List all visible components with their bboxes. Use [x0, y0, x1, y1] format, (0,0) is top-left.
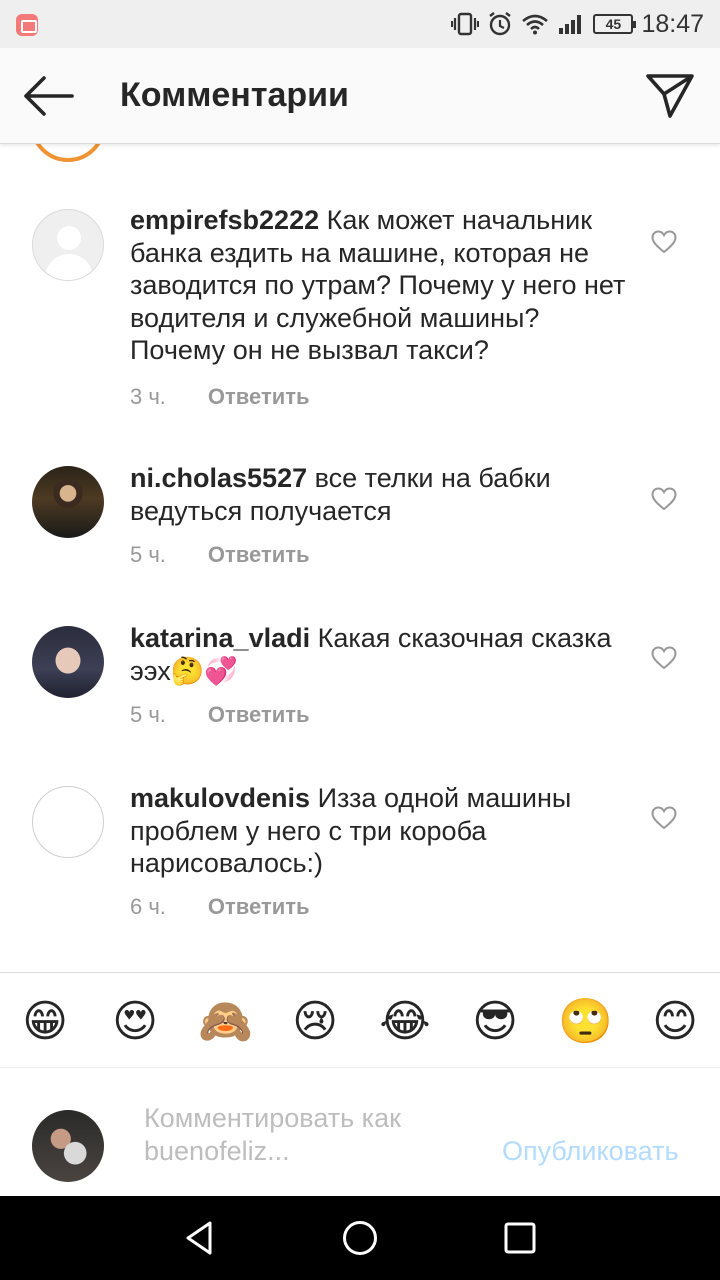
back-arrow-icon[interactable]: [18, 72, 78, 120]
avatar[interactable]: [30, 144, 106, 162]
signal-icon: [559, 15, 582, 34]
emoji-sunglasses-button[interactable]: 😎: [468, 997, 522, 1047]
wifi-icon: [522, 14, 549, 35]
comment-time: 6 ч.: [130, 894, 166, 919]
avatar[interactable]: [32, 466, 104, 538]
vibrate-icon: [451, 12, 480, 36]
status-bar: 45 18:47: [0, 0, 720, 48]
notification-app-icon: [16, 14, 38, 36]
emoji-smiling-button[interactable]: 😊: [648, 997, 702, 1047]
comment-meta: 5 ч. Ответить: [130, 702, 310, 728]
avatar[interactable]: [32, 209, 104, 281]
page-title: Комментарии: [120, 76, 349, 114]
emoji-crying-button[interactable]: 😢: [288, 997, 342, 1047]
comment-username[interactable]: ni.cholas5527: [130, 463, 307, 493]
comment-time: 3 ч.: [130, 384, 166, 409]
comment-time: 5 ч.: [130, 542, 166, 567]
emoji-grinning-button[interactable]: 😁: [18, 997, 72, 1047]
emoji-tears-of-joy-button[interactable]: 😂: [378, 997, 432, 1047]
emoji-eye-roll-button[interactable]: 🙄: [558, 997, 613, 1047]
avatar[interactable]: [32, 626, 104, 698]
my-avatar: [32, 1110, 104, 1182]
comments-list[interactable]: empirefsb2222 Как может начальник банка …: [0, 144, 720, 972]
comment-username[interactable]: makulovdenis: [130, 783, 310, 813]
like-heart-icon[interactable]: [651, 230, 677, 254]
like-heart-icon[interactable]: [651, 487, 677, 511]
direct-send-icon[interactable]: [642, 70, 698, 122]
nav-home-icon[interactable]: [340, 1218, 380, 1258]
system-nav-bar: [0, 1196, 720, 1280]
publish-button[interactable]: Опубликовать: [502, 1136, 679, 1167]
comment-time: 5 ч.: [130, 702, 166, 727]
reply-button[interactable]: Ответить: [208, 702, 310, 728]
emoji-see-no-evil-button[interactable]: 🙈: [198, 997, 253, 1047]
like-heart-icon[interactable]: [651, 646, 677, 670]
comment-composer: Комментировать как buenofeliz... Опублик…: [0, 1068, 720, 1196]
top-app-bar: Комментарии: [0, 48, 720, 144]
emoji-quick-bar: 😁 😍 🙈 😢 😂 😎 🙄 😊: [0, 972, 720, 1068]
alarm-icon: [489, 12, 512, 36]
comment-username[interactable]: empirefsb2222: [130, 205, 319, 235]
clock: 18:47: [641, 9, 704, 38]
comment-text: empirefsb2222 Как может начальник банка …: [130, 204, 630, 367]
comment-meta: 5 ч. Ответить: [130, 542, 310, 568]
comment-username[interactable]: katarina_vladi: [130, 623, 310, 653]
emoji-heart-eyes-button[interactable]: 😍: [108, 997, 162, 1047]
status-icons: 45 18:47: [451, 0, 704, 48]
like-heart-icon[interactable]: [651, 806, 677, 830]
nav-recents-icon[interactable]: [500, 1218, 540, 1258]
comment-meta: 3 ч. Ответить: [130, 384, 310, 410]
comment-meta: 6 ч. Ответить: [130, 894, 310, 920]
battery-indicator: 45: [593, 14, 637, 34]
reply-button[interactable]: Ответить: [208, 894, 310, 920]
comment-input[interactable]: Комментировать как buenofeliz...: [144, 1102, 444, 1168]
comment-text: katarina_vladi Какая сказочная сказка ээ…: [130, 622, 630, 687]
reply-button[interactable]: Ответить: [208, 542, 310, 568]
nav-back-icon[interactable]: [180, 1218, 220, 1258]
comment-text: ni.cholas5527 все телки на бабки ведутьс…: [130, 462, 630, 527]
comment-text: makulovdenis Изза одной машины проблем у…: [130, 782, 630, 880]
reply-button[interactable]: Ответить: [208, 384, 310, 410]
avatar[interactable]: [32, 786, 104, 858]
